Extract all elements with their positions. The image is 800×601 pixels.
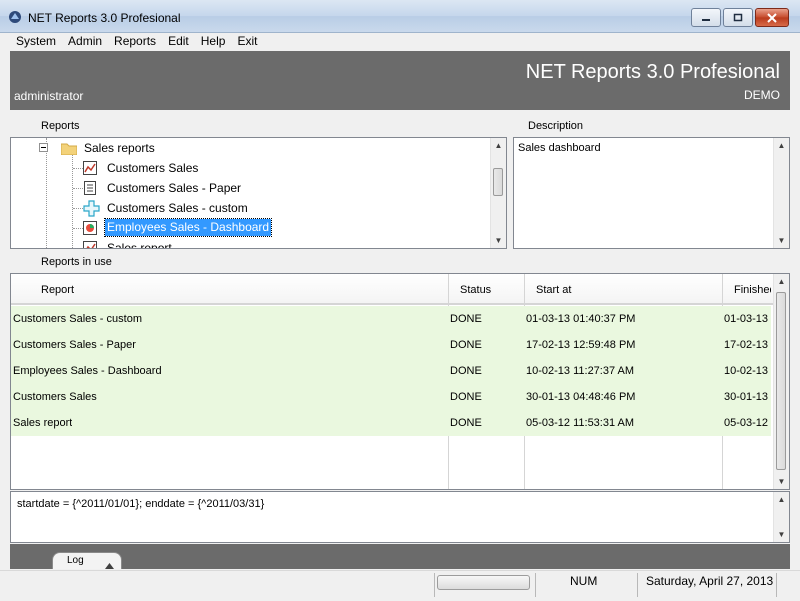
edition-label: DEMO [744,88,780,102]
chart-report-icon [83,161,97,181]
custom-report-icon [83,200,100,223]
reports-in-use-grid[interactable]: Report Status Start at Finished Customer… [10,273,790,490]
menu-edit[interactable]: Edit [162,32,195,50]
app-header: NET Reports 3.0 Profesional DEMO adminis… [10,51,790,110]
close-button[interactable] [755,8,789,27]
dashboard-report-icon [83,221,97,241]
tree-item-label: Customers Sales - custom [107,201,248,215]
grid-header: Report Status Start at Finished [11,274,789,305]
tree-item-label: Customers Sales [107,161,199,175]
scroll-thumb[interactable] [776,292,786,470]
status-bar: NUM Saturday, April 27, 2013 [0,570,800,601]
maximize-icon [733,13,743,21]
minimize-icon [702,18,710,21]
status-date: Saturday, April 27, 2013 [646,574,774,588]
parameters-text: startdate = {^2011/01/01}; enddate = {^2… [17,498,265,510]
tree-folder-label: Sales reports [84,141,155,155]
header-title: NET Reports 3.0 Profesional [525,61,780,83]
folder-icon [60,141,78,161]
tree-item-label: Customers Sales - Paper [107,181,242,195]
scroll-up-icon[interactable]: ▲ [491,138,506,153]
app-logo-icon [8,10,22,24]
description-text: Sales dashboard [518,142,601,154]
parameters-box[interactable]: startdate = {^2011/01/01}; enddate = {^2… [10,491,790,543]
menu-exit[interactable]: Exit [231,32,263,50]
progress-bar [437,575,530,590]
reports-in-use-label: Reports in use [41,256,112,268]
column-start-at[interactable]: Start at [536,284,571,296]
table-row[interactable]: Customers Sales - Paper DONE 17-02-13 12… [11,332,771,358]
column-status[interactable]: Status [460,284,491,296]
log-panel-bar: Log [10,544,790,569]
table-row[interactable]: Customers Sales - custom DONE 01-03-13 0… [11,306,771,332]
column-report[interactable]: Report [41,284,74,296]
scroll-down-icon[interactable]: ▼ [491,233,506,248]
menu-bar: System Admin Reports Edit Help Exit [10,32,790,50]
table-row[interactable]: Sales report DONE 05-03-12 11:53:31 AM 0… [11,410,771,436]
maximize-button[interactable] [723,8,753,27]
current-user: administrator [14,89,84,103]
scroll-down-icon[interactable]: ▼ [774,527,789,542]
description-box[interactable]: Sales dashboard ▲ ▼ [513,137,790,249]
close-icon [767,12,777,23]
title-bar: NET Reports 3.0 Profesional [0,0,800,33]
scroll-down-icon[interactable]: ▼ [774,233,789,248]
scroll-up-icon[interactable]: ▲ [774,138,789,153]
log-tab-label: Log [67,555,84,566]
parameters-scrollbar[interactable]: ▲ ▼ [773,492,789,542]
grid-scrollbar[interactable]: ▲ ▼ [773,274,789,489]
scroll-up-icon[interactable]: ▲ [774,274,789,289]
scroll-up-icon[interactable]: ▲ [774,492,789,507]
reports-label: Reports [41,120,80,132]
log-tab[interactable]: Log [52,552,122,569]
tree-item-label: Sales report [107,241,172,249]
minimize-button[interactable] [691,8,721,27]
paper-report-icon [83,181,97,201]
menu-reports[interactable]: Reports [108,32,162,50]
reports-tree[interactable]: Sales reports Customers Sales Customers … [10,137,507,249]
window-title: NET Reports 3.0 Profesional [28,11,181,25]
table-row[interactable]: Employees Sales - Dashboard DONE 10-02-1… [11,358,771,384]
collapse-icon[interactable] [39,143,48,152]
description-label: Description [528,120,584,132]
menu-admin[interactable]: Admin [62,32,108,50]
description-scrollbar[interactable]: ▲ ▼ [773,138,789,248]
menu-help[interactable]: Help [195,32,232,50]
scroll-down-icon[interactable]: ▼ [774,474,789,489]
menu-system[interactable]: System [10,32,62,50]
chart-report-icon [83,241,97,248]
tree-scrollbar[interactable]: ▲ ▼ [490,138,506,248]
table-row[interactable]: Customers Sales DONE 30-01-13 04:48:46 P… [11,384,771,410]
tree-item-label: Employees Sales - Dashboard [103,218,273,237]
column-finished[interactable]: Finished [734,284,771,296]
scroll-thumb[interactable] [493,168,503,196]
num-lock-indicator: NUM [570,574,598,588]
